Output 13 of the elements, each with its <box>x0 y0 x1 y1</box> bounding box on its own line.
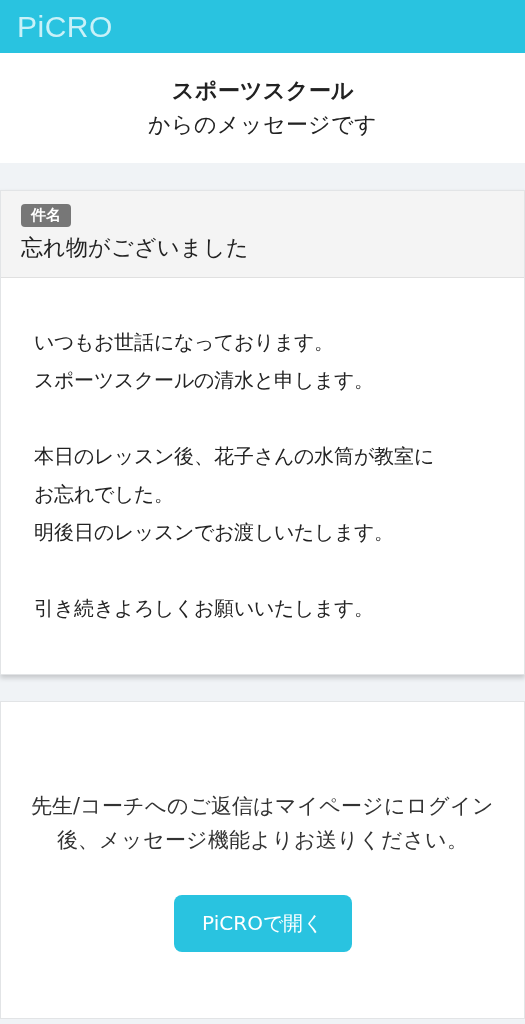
message-line: お忘れでした。 <box>34 481 175 508</box>
subject-tag: 件名 <box>21 204 71 227</box>
message-line: 引き続きよろしくお願いいたします。 <box>34 595 375 622</box>
reply-notice: 先生/コーチへのご返信はマイページにログイン後、メッセージ機能よりお送りください。 <box>30 792 495 854</box>
open-picro-button[interactable]: PiCROで開く <box>173 894 352 952</box>
message-line: いつもお世話になっております。 <box>34 329 335 356</box>
message-line: 明後日のレッスンでお渡しいたします。 <box>34 519 395 546</box>
message-line: 本日のレッスン後、花子さんの水筒が教室に <box>34 443 435 470</box>
sender-name: スポーツスクール <box>171 77 354 105</box>
message-line: スポーツスクールの清水と申します。 <box>34 367 375 394</box>
subject-title: 忘れ物がございました <box>21 234 249 262</box>
sender-caption: からのメッセージです <box>148 111 377 139</box>
picro-logo: PiCRO <box>17 9 113 44</box>
